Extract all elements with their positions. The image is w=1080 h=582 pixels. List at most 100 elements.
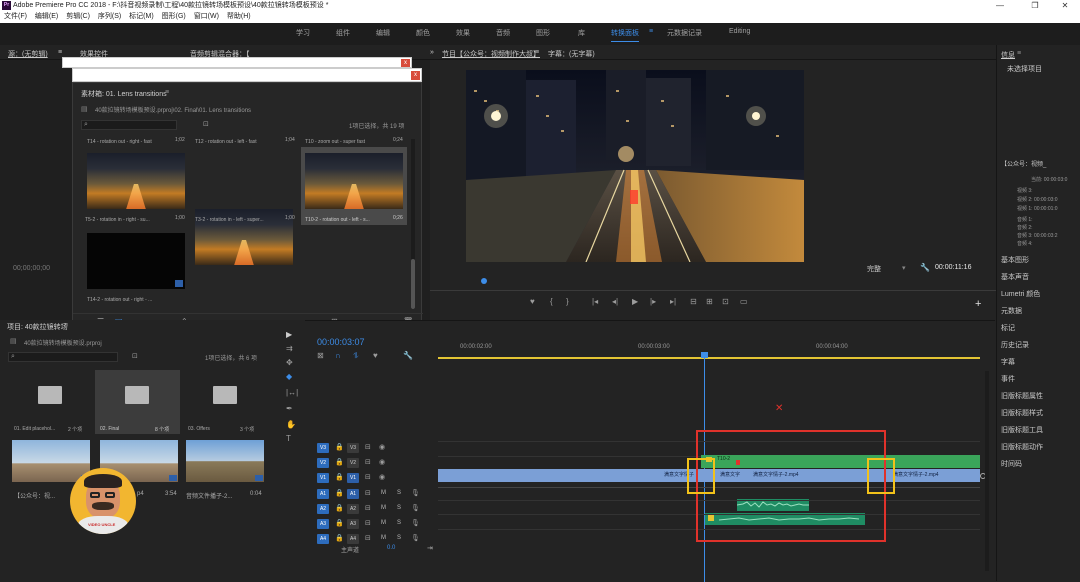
info-menu-icon[interactable]: ≡ xyxy=(1017,50,1021,57)
mute-button[interactable]: M xyxy=(381,535,386,541)
panel-timecode[interactable]: 时间码 xyxy=(1001,459,1022,469)
source-patch-v3[interactable]: V3 xyxy=(317,443,329,453)
menu-window[interactable]: 窗口(W) xyxy=(194,11,219,23)
voiceover-mic-icon[interactable]: 🎙 xyxy=(411,489,420,497)
source-patch-v2[interactable]: V2 xyxy=(317,458,329,468)
menu-marker[interactable]: 标记(M) xyxy=(129,11,154,23)
snap-icon[interactable]: ∩ xyxy=(335,351,341,360)
solo-button[interactable]: S xyxy=(397,505,401,511)
panel-metadata[interactable]: 元数据 xyxy=(1001,306,1022,316)
workspace-assembly[interactable]: 组件 xyxy=(336,28,350,38)
zoom-select[interactable]: 完整 xyxy=(867,264,881,274)
linked-selection-icon[interactable]: ⥮ xyxy=(353,351,359,361)
menu-sequence[interactable]: 序列(S) xyxy=(98,11,121,23)
track-v3[interactable]: V3 xyxy=(347,443,359,453)
project-search-input[interactable]: ⌕ xyxy=(8,352,118,362)
extract-icon[interactable]: ⊞ xyxy=(706,297,713,306)
close-window-button[interactable]: ✕ xyxy=(1050,0,1080,11)
slip-tool-icon[interactable]: |↔| xyxy=(286,388,298,397)
tab-source[interactable]: 源：(无剪辑) xyxy=(8,49,48,59)
mark-in-icon[interactable]: { xyxy=(550,297,553,306)
pen-tool-icon[interactable]: ✒ xyxy=(286,404,293,413)
sync-lock-icon[interactable]: ⊟ xyxy=(365,519,371,527)
workspace-learn[interactable]: 学习 xyxy=(296,28,310,38)
tab-project[interactable]: 项目: 40款拉镜转场 xyxy=(7,322,68,332)
timeline-timecode[interactable]: 00:00:03:07 xyxy=(317,337,365,347)
timeline-settings-icon[interactable]: 🔧 xyxy=(403,351,413,360)
panel-markers[interactable]: 标记 xyxy=(1001,323,1015,333)
eye-icon[interactable]: ◉ xyxy=(379,443,385,451)
bin-menu-icon[interactable]: ≡ xyxy=(165,89,169,96)
add-marker-icon[interactable]: ♥ xyxy=(530,297,535,306)
sync-lock-icon[interactable]: ⊟ xyxy=(365,473,371,481)
mute-button[interactable]: M xyxy=(381,505,386,511)
new-bin-icon[interactable]: ⊡ xyxy=(132,352,138,360)
source-menu-icon[interactable]: ≡ xyxy=(58,49,62,56)
panel-legacy-title-properties[interactable]: 旧版标题属性 xyxy=(1001,391,1043,401)
panel-events[interactable]: 事件 xyxy=(1001,374,1015,384)
workspace-metadata[interactable]: 元数据记录 xyxy=(667,28,702,38)
eye-icon[interactable]: ◉ xyxy=(379,473,385,481)
hand-tool-icon[interactable]: ✋ xyxy=(286,420,296,429)
nest-icon[interactable]: ⊠ xyxy=(317,351,324,360)
eye-icon[interactable]: ◉ xyxy=(379,458,385,466)
popup-close-icon-2[interactable]: x xyxy=(411,71,420,80)
go-to-out-icon[interactable]: ▸| xyxy=(670,297,676,306)
voiceover-mic-icon[interactable]: 🎙 xyxy=(411,504,420,512)
maximize-button[interactable]: ❐ xyxy=(1020,0,1050,11)
lock-icon[interactable]: 🔒 xyxy=(335,504,344,512)
bin-item-thumbnail-black[interactable] xyxy=(87,233,185,289)
lock-icon[interactable]: 🔒 xyxy=(335,519,344,527)
sync-lock-icon[interactable]: ⊟ xyxy=(365,458,371,466)
folder-item[interactable] xyxy=(185,372,265,432)
folder-item-selected[interactable] xyxy=(95,370,180,434)
minimize-button[interactable]: — xyxy=(985,0,1015,11)
selection-tool-icon[interactable]: ▶ xyxy=(286,330,292,339)
panel-legacy-title-actions[interactable]: 旧版标题动作 xyxy=(1001,442,1043,452)
popup-close-icon[interactable]: x xyxy=(401,59,410,67)
track-a2[interactable]: A2 xyxy=(347,504,359,514)
solo-button[interactable]: S xyxy=(397,535,401,541)
panel-essential-graphics[interactable]: 基本图形 xyxy=(1001,255,1029,265)
menu-clip[interactable]: 剪辑(C) xyxy=(66,11,90,23)
panel-essential-sound[interactable]: 基本声音 xyxy=(1001,272,1029,282)
source-patch-a3[interactable]: A3 xyxy=(317,519,329,529)
track-a3[interactable]: A3 xyxy=(347,519,359,529)
export-frame-icon[interactable]: ⊡ xyxy=(722,297,729,306)
tab-captions[interactable]: 字幕：(无字幕) xyxy=(548,49,595,59)
workspace-editing[interactable]: 编辑 xyxy=(376,28,390,38)
more-tabs-icon[interactable]: » xyxy=(430,49,434,56)
voiceover-mic-icon[interactable]: 🎙 xyxy=(411,534,420,542)
workspace-menu-icon[interactable]: ≡ xyxy=(649,28,653,35)
bin-scrollbar[interactable] xyxy=(411,139,415,309)
add-button-icon[interactable]: + xyxy=(975,298,981,310)
workspace-effects[interactable]: 效果 xyxy=(456,28,470,38)
source-timecode[interactable]: 00;00;00;00 xyxy=(13,265,50,272)
track-select-icon[interactable]: ⇉ xyxy=(286,344,293,353)
source-patch-a2[interactable]: A2 xyxy=(317,504,329,514)
folder-item[interactable] xyxy=(10,372,90,432)
source-patch-a1[interactable]: A1 xyxy=(317,489,329,499)
sync-lock-icon[interactable]: ⊟ xyxy=(365,504,371,512)
tab-info[interactable]: 信息 xyxy=(1001,50,1015,60)
track-a1[interactable]: A1 xyxy=(347,489,359,499)
tab-program[interactable]: 节目【公众号：视频制作大叔】 xyxy=(442,49,540,59)
bin-item-thumbnail[interactable] xyxy=(87,153,185,209)
type-tool-icon[interactable]: T xyxy=(286,434,291,443)
menu-help[interactable]: 帮助(H) xyxy=(227,11,251,23)
master-volume[interactable]: 0.0 xyxy=(387,545,395,551)
go-to-in-icon[interactable]: |◂ xyxy=(592,297,598,306)
workspace-graphics[interactable]: 图形 xyxy=(536,28,550,38)
sync-lock-icon[interactable]: ⊟ xyxy=(365,489,371,497)
lock-icon[interactable]: 🔒 xyxy=(335,534,344,542)
panel-legacy-title-styles[interactable]: 旧版标题样式 xyxy=(1001,408,1043,418)
play-icon[interactable]: ▶ xyxy=(632,297,638,306)
step-forward-icon[interactable]: |▸ xyxy=(650,297,656,306)
track-v2[interactable]: V2 xyxy=(347,458,359,468)
solo-button[interactable]: S xyxy=(397,520,401,526)
timeline-ruler[interactable]: 00:00:02:00 00:00:03:00 00:00:04:00 xyxy=(438,339,980,359)
voiceover-mic-icon[interactable]: 🎙 xyxy=(411,519,420,527)
workspace-transition-panel[interactable]: 转换面板 xyxy=(611,28,639,42)
panel-captions[interactable]: 字幕 xyxy=(1001,357,1015,367)
menu-edit[interactable]: 编辑(E) xyxy=(35,11,58,23)
